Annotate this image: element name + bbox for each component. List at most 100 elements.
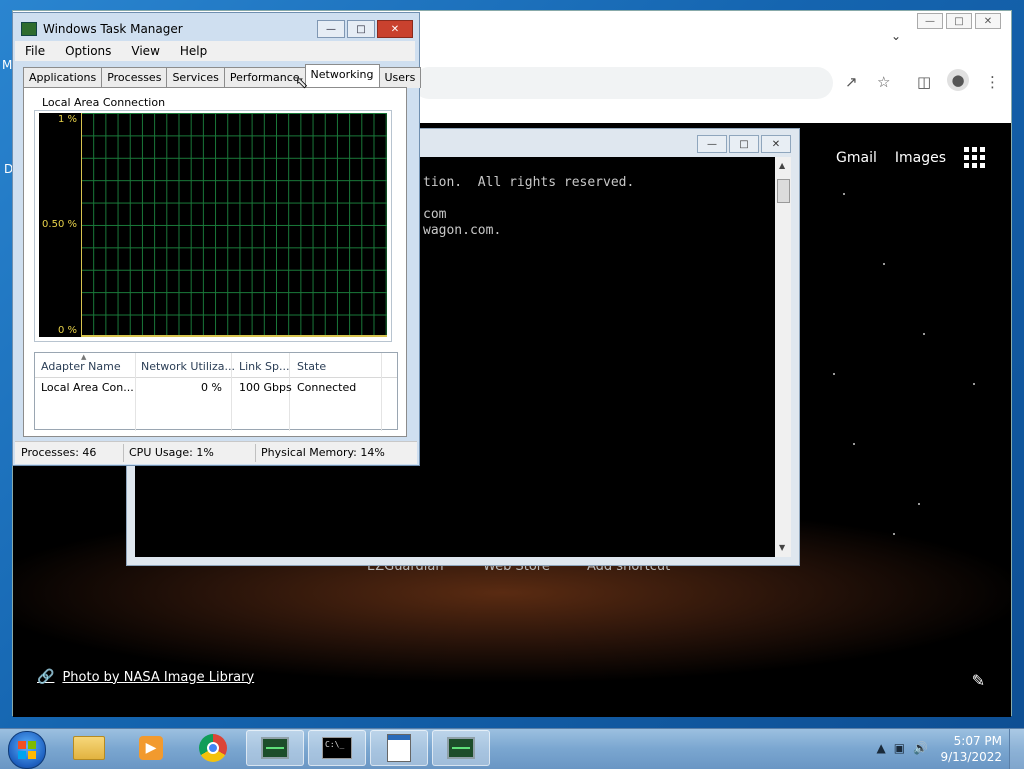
show-desktop-button[interactable] <box>1009 729 1024 769</box>
chevron-down-icon[interactable]: ⌄ <box>891 29 901 43</box>
scroll-thumb[interactable] <box>777 179 790 203</box>
share-icon[interactable]: ↗ <box>845 73 858 91</box>
clock-time: 5:07 PM <box>953 734 1002 748</box>
graph-grid <box>81 113 387 337</box>
y-axis-tick-label: 1 % <box>57 114 77 125</box>
photo-credit-link[interactable]: 🔗 Photo by NASA Image Library <box>37 669 254 685</box>
taskbar-notepad-button[interactable] <box>370 730 428 766</box>
scroll-up-arrow-icon[interactable]: ▲ <box>779 161 785 170</box>
windows-logo-icon <box>18 741 36 759</box>
table-header: ▲ Adapter Name Network Utiliza... Link S… <box>35 353 397 378</box>
menu-icon[interactable]: ⋮ <box>985 73 1000 91</box>
start-button[interactable] <box>8 731 46 769</box>
menu-options[interactable]: Options <box>55 41 121 61</box>
task-manager-window: Windows Task Manager — □ ✕ File Options … <box>12 12 422 466</box>
tab-services[interactable]: Services <box>166 67 225 88</box>
status-physical-memory: Physical Memory: 14% <box>261 446 385 459</box>
window-title-text: Windows Task Manager <box>43 22 183 36</box>
sidepanel-icon[interactable]: ◫ <box>917 73 931 91</box>
menu-bar: File Options View Help <box>15 41 415 61</box>
apps-icon[interactable] <box>964 147 985 168</box>
folder-icon <box>73 736 105 760</box>
graph-y-axis <box>81 113 82 337</box>
window-title: Windows Task Manager <box>21 22 183 36</box>
status-processes: Processes: 46 <box>21 446 97 459</box>
chrome-window-controls: — □ ✕ <box>914 13 1001 29</box>
taskbar-task-manager-button-2[interactable] <box>432 730 490 766</box>
tab-users[interactable]: Users <box>378 67 422 88</box>
status-cpu-usage: CPU Usage: 1% <box>129 446 214 459</box>
tab-performance[interactable]: Performance <box>223 67 306 88</box>
photo-credit-text: Photo by NASA Image Library <box>62 669 255 685</box>
chrome-icon <box>199 734 227 762</box>
console-line: com <box>423 207 447 222</box>
media-player-icon: ▶ <box>139 736 163 760</box>
gmail-link[interactable]: Gmail <box>836 150 877 166</box>
close-button[interactable]: ✕ <box>377 20 413 38</box>
tab-processes[interactable]: Processes <box>101 67 168 88</box>
show-hidden-icons-icon[interactable]: ▲ <box>876 741 885 755</box>
images-link[interactable]: Images <box>895 150 946 166</box>
console-window-controls: — □ ✕ <box>695 135 791 153</box>
scroll-down-arrow-icon[interactable]: ▼ <box>779 543 785 552</box>
tray-icons: ▲ ▣ 🔊 <box>868 741 928 755</box>
console-line: tion. All rights reserved. <box>423 175 635 190</box>
table-cell-link-speed[interactable]: 100 Gbps <box>239 381 292 394</box>
command-prompt-icon: C:\_ <box>322 737 352 759</box>
minimize-button[interactable]: — <box>317 20 345 38</box>
console-line: wagon.com. <box>423 223 502 238</box>
close-button[interactable]: ✕ <box>975 13 1001 29</box>
column-header-state[interactable]: State <box>297 360 326 373</box>
network-graph-frame: 1 % 0.50 % 0 % <box>34 110 392 342</box>
notepad-icon <box>387 734 411 762</box>
taskbar-media-player-button[interactable]: ▶ <box>122 730 180 766</box>
clock[interactable]: 5:07 PM 9/13/2022 <box>940 733 1002 765</box>
table-cell-adapter[interactable]: Local Area Con... <box>41 381 134 394</box>
task-manager-icon <box>261 737 289 759</box>
menu-file[interactable]: File <box>15 41 55 61</box>
google-header-links: Gmail Images <box>836 147 1011 168</box>
adapter-table: ▲ Adapter Name Network Utiliza... Link S… <box>34 352 398 431</box>
close-button[interactable]: ✕ <box>761 135 791 153</box>
taskbar-cmd-button[interactable]: C:\_ <box>308 730 366 766</box>
address-bar[interactable] <box>413 67 833 99</box>
profile-icon[interactable]: ● <box>947 69 969 91</box>
graph-group-label: Local Area Connection <box>42 96 166 109</box>
star-icon[interactable]: ☆ <box>877 73 890 91</box>
menu-help[interactable]: Help <box>170 41 217 61</box>
taskbar-task-manager-button[interactable] <box>246 730 304 766</box>
taskbar-explorer-button[interactable] <box>60 730 118 766</box>
minimize-button[interactable]: — <box>917 13 943 29</box>
volume-icon[interactable]: 🔊 <box>913 741 928 755</box>
column-header-network-utilization[interactable]: Network Utiliza... <box>141 360 235 373</box>
task-manager-icon <box>447 737 475 759</box>
tab-strip: Applications Processes Services Performa… <box>23 64 422 88</box>
clock-date: 9/13/2022 <box>940 750 1002 764</box>
taskbar: ▶ C:\_ ▲ ▣ 🔊 5:07 PM 9/13/2022 <box>0 728 1024 769</box>
console-scrollbar[interactable]: ▲ ▼ <box>775 157 791 557</box>
minimize-button[interactable]: — <box>697 135 727 153</box>
y-axis-tick-label: 0 % <box>57 325 77 336</box>
table-cell-utilization[interactable]: 0 % <box>201 381 222 394</box>
menu-view[interactable]: View <box>121 41 169 61</box>
desktop-icon-label[interactable]: M <box>2 58 12 72</box>
maximize-button[interactable]: □ <box>729 135 759 153</box>
tab-applications[interactable]: Applications <box>23 67 103 88</box>
mouse-cursor-icon: ⬁ <box>295 73 309 92</box>
utilization-line <box>81 335 387 337</box>
pencil-icon[interactable]: ✎ <box>972 671 985 690</box>
maximize-button[interactable]: □ <box>347 20 375 38</box>
table-cell-state[interactable]: Connected <box>297 381 356 394</box>
tab-networking[interactable]: Networking <box>304 64 380 88</box>
column-header-link-speed[interactable]: Link Sp... <box>239 360 289 373</box>
maximize-button[interactable]: □ <box>946 13 972 29</box>
window-controls: — □ ✕ <box>315 20 413 38</box>
network-icon[interactable]: ▣ <box>894 741 905 755</box>
networking-panel: Local Area Connection 1 % 0.50 % 0 % ▲ A… <box>23 87 407 437</box>
taskbar-chrome-button[interactable] <box>184 730 242 766</box>
network-utilization-graph: 1 % 0.50 % 0 % <box>39 113 387 337</box>
column-header-adapter-name[interactable]: Adapter Name <box>41 360 121 373</box>
status-bar: Processes: 46 CPU Usage: 1% Physical Mem… <box>15 441 417 464</box>
y-axis-tick-label: 0.50 % <box>42 219 77 230</box>
link-icon: 🔗 <box>37 669 55 685</box>
